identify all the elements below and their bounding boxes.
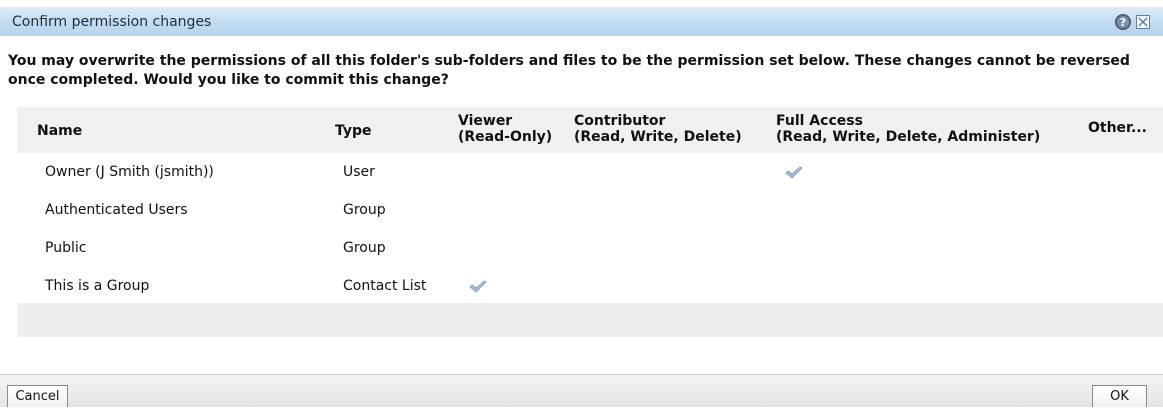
dialog-titlebar: Confirm permission changes ?	[0, 7, 1163, 36]
permissions-table: Name Type Viewer (Read-Only) Contributor…	[17, 107, 1163, 337]
column-header-full-access-desc: (Read, Write, Delete, Administer)	[776, 129, 1041, 145]
cancel-button[interactable]: Cancel	[7, 385, 68, 407]
column-header-full-access-title: Full Access	[776, 113, 863, 129]
table-row[interactable]: Owner (J Smith (jsmith)) User	[17, 153, 1163, 191]
checkmark-icon	[469, 280, 487, 293]
table-row[interactable]: Authenticated Users Group	[17, 191, 1163, 229]
dialog-button-bar: Cancel OK	[0, 374, 1163, 407]
table-row[interactable]: This is a Group Contact List	[17, 267, 1163, 305]
checkmark-icon	[785, 166, 803, 179]
row-type: Contact List	[343, 278, 427, 294]
column-header-full-access: Full Access (Read, Write, Delete, Admini…	[776, 113, 1040, 145]
row-name: Public	[45, 240, 87, 256]
column-header-contributor-desc: (Read, Write, Delete)	[574, 129, 742, 145]
column-header-other[interactable]: Other...	[1088, 120, 1147, 136]
dialog-title: Confirm permission changes	[12, 14, 212, 30]
row-name: Owner (J Smith (jsmith))	[45, 164, 214, 180]
confirmation-message: You may overwrite the permissions of all…	[8, 53, 1130, 88]
column-header-name: Name	[37, 123, 83, 139]
column-header-viewer-desc: (Read-Only)	[458, 129, 553, 145]
column-header-contributor: Contributor (Read, Write, Delete)	[574, 113, 742, 145]
svg-text:?: ?	[1120, 16, 1126, 29]
ok-button[interactable]: OK	[1092, 385, 1147, 407]
help-icon[interactable]: ?	[1115, 14, 1131, 30]
column-header-viewer: Viewer (Read-Only)	[458, 113, 552, 145]
table-header: Name Type Viewer (Read-Only) Contributor…	[17, 107, 1163, 153]
row-type: User	[343, 164, 375, 180]
column-header-contributor-title: Contributor	[574, 113, 666, 129]
table-footer	[17, 303, 1163, 337]
close-icon[interactable]	[1136, 15, 1150, 29]
row-type: Group	[343, 202, 386, 218]
table-row[interactable]: Public Group	[17, 229, 1163, 267]
column-header-viewer-title: Viewer	[458, 113, 513, 129]
row-name: This is a Group	[45, 278, 150, 294]
column-header-type: Type	[335, 123, 372, 139]
row-type: Group	[343, 240, 386, 256]
row-name: Authenticated Users	[45, 202, 188, 218]
